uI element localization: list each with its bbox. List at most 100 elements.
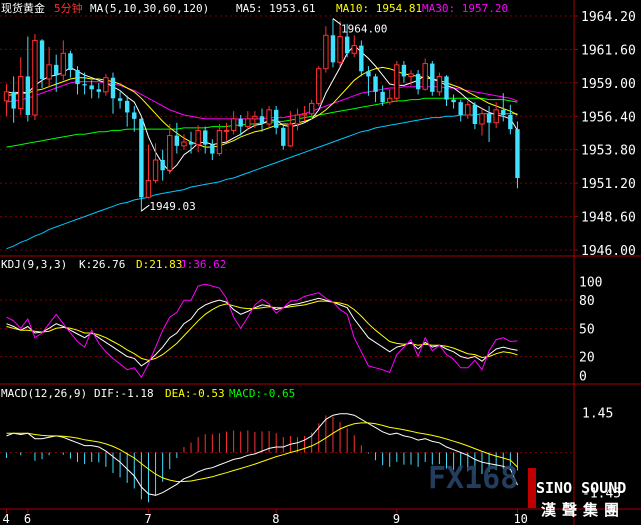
- candle-body-down: [39, 40, 45, 79]
- candle-body-up: [465, 104, 471, 116]
- candle-body-up: [32, 39, 38, 116]
- candle-body-down: [344, 36, 350, 54]
- candle-body-down: [174, 135, 180, 146]
- candle-body-up: [18, 75, 24, 110]
- price-tick-label: 1956.40: [581, 110, 636, 125]
- annotation-label: 1949.03: [149, 200, 195, 213]
- candle-body-down: [124, 100, 130, 113]
- candle-body-up: [493, 109, 499, 124]
- candle-body-down: [160, 160, 165, 171]
- fx168-watermark: FX168: [428, 461, 518, 496]
- price-tick-label: 1961.60: [581, 43, 636, 58]
- candle-body-down: [54, 64, 59, 76]
- candle-body-down: [132, 112, 137, 119]
- candle-body-up: [181, 141, 187, 147]
- price-tick-label: 1951.20: [581, 177, 636, 192]
- price-tick-label: 1964.20: [581, 10, 636, 25]
- candle-body-down: [259, 116, 265, 124]
- kdj-header: KDJ(9,3,3) K:26.76 D:21.83 J:36.62: [1, 258, 226, 271]
- kdj-d-label: D:21.83: [136, 258, 182, 271]
- period-label: 5分钟: [54, 1, 83, 15]
- sinosound-brand-en: SINO SOUND: [536, 479, 626, 497]
- candle-body-up: [266, 109, 272, 125]
- chart-root: 1964.20 1961.60 1959.00 1956.40 1953.80 1951.…: [0, 0, 641, 525]
- candle-body-down: [82, 84, 87, 86]
- candle-body-up: [167, 135, 173, 171]
- candle-body-down: [203, 130, 208, 145]
- kdj-k-label: K:26.76: [79, 258, 125, 271]
- time-tick-label: 7: [144, 512, 151, 525]
- candle-body-up: [394, 64, 400, 99]
- kdj-tick-label: 0: [579, 369, 587, 384]
- candle-body-up: [216, 129, 223, 155]
- sinosound-brand-cn: 漢聲集團: [541, 501, 625, 519]
- candle-body-up: [387, 97, 393, 103]
- candle-body-down: [380, 91, 385, 103]
- candle-body-up: [245, 118, 251, 128]
- macd-dea-label: DEA:-0.53: [165, 387, 225, 400]
- candle-body-down: [401, 64, 407, 77]
- candle-body-down: [188, 142, 194, 145]
- macd-dif-label: DIF:-1.18: [94, 387, 154, 400]
- candle-body-up: [316, 68, 322, 104]
- candle-body-down: [486, 113, 492, 123]
- kdj-tick-label: 80: [579, 294, 595, 309]
- time-tick-label: 4: [3, 512, 10, 525]
- sinosound-logo-icon: [528, 468, 536, 508]
- candle-body-up: [408, 73, 414, 77]
- candle-body-up: [308, 102, 315, 115]
- price-tick-label: 1953.80: [581, 144, 636, 159]
- kdj-label: KDJ(9,3,3): [1, 258, 67, 271]
- ma30-label: MA30: 1957.20: [422, 2, 508, 15]
- candle-body-down: [139, 118, 144, 198]
- candle-body-up: [230, 118, 237, 131]
- candle-body-up: [3, 91, 10, 102]
- candle-body-up: [351, 45, 357, 54]
- kdj-tick-label: 50: [579, 322, 595, 337]
- candle-body-down: [75, 70, 80, 85]
- candle-body-down: [89, 85, 94, 90]
- candle-body-up: [422, 63, 428, 90]
- candle-body-down: [451, 99, 456, 103]
- candle-body-down: [110, 77, 116, 99]
- price-tick-label: 1959.00: [581, 77, 636, 92]
- candle-body-up: [152, 159, 159, 182]
- candle-body-up: [223, 129, 230, 132]
- candle-body-down: [68, 53, 73, 70]
- candle-body-up: [323, 34, 329, 70]
- candle-body-down: [281, 127, 286, 146]
- candle-body-up: [479, 113, 485, 125]
- symbol-label: 现货黄金: [1, 1, 45, 15]
- annotation-label: 1964.00: [341, 23, 387, 36]
- candle-body-down: [117, 98, 123, 101]
- candle-body-down: [515, 129, 520, 178]
- time-tick-label: 8: [272, 512, 279, 525]
- candle-body-up: [195, 129, 201, 146]
- candle-body-down: [415, 73, 421, 90]
- kdj-j-label: J:36.62: [180, 258, 226, 271]
- candle-body-down: [238, 118, 243, 127]
- candle-body-up: [436, 75, 443, 93]
- time-tick-label: 6: [24, 512, 31, 525]
- candle-body-up: [294, 114, 301, 125]
- candle-body-down: [472, 104, 478, 124]
- macd-value-label: MACD:-0.65: [229, 387, 295, 400]
- candle-body-down: [96, 89, 101, 92]
- kdj-tick-label: 20: [579, 351, 595, 366]
- candle-body-down: [273, 109, 279, 128]
- time-tick-label: 10: [513, 512, 527, 525]
- candle-body-down: [25, 76, 31, 115]
- time-tick-label: 9: [393, 512, 400, 525]
- macd-header: MACD(12,26,9) DIF:-1.18 DEA:-0.53 MACD:-…: [1, 387, 295, 400]
- candle-body-up: [337, 36, 343, 63]
- candle-body-up: [103, 77, 109, 93]
- candle-body-down: [366, 71, 371, 77]
- candle-body-down: [458, 102, 463, 115]
- macd-label: MACD(12,26,9): [1, 387, 87, 400]
- candle-body-up: [287, 123, 294, 147]
- candle-body-down: [501, 109, 506, 115]
- candle-body-down: [359, 45, 364, 72]
- candle-body-up: [145, 180, 152, 198]
- candle-body-down: [210, 144, 215, 154]
- price-tick-label: 1948.60: [581, 211, 636, 226]
